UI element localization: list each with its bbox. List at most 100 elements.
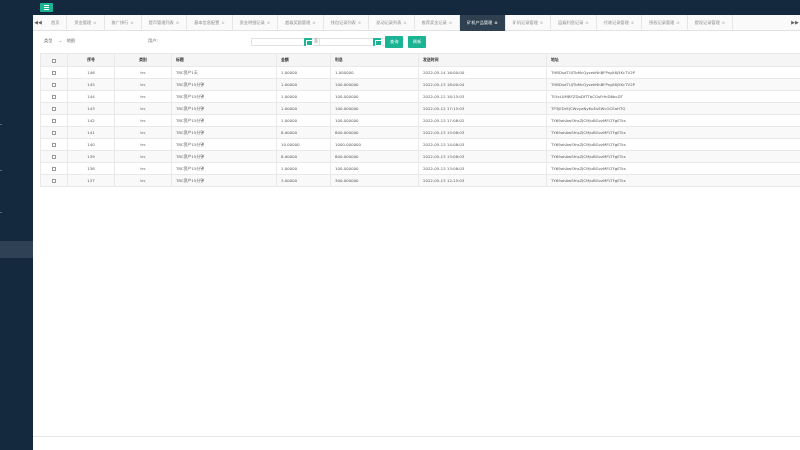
tab-item[interactable]: 层级利息记录 ⊗ <box>551 15 597 31</box>
row-checkbox[interactable] <box>52 107 56 111</box>
tab-item[interactable]: 矿机产品管理 ⊗ <box>460 15 506 31</box>
close-tab-icon[interactable]: ⊗ <box>403 20 406 25</box>
close-tab-icon[interactable]: ⊗ <box>722 20 725 25</box>
tab-scroll-right-icon[interactable]: ▶▶ <box>790 15 800 31</box>
row-select-cell <box>40 78 68 91</box>
row-checkbox[interactable] <box>52 119 56 123</box>
table-cell: trc <box>114 66 172 79</box>
table-cell: 1.00000 <box>276 114 331 127</box>
tab-item[interactable]: 钱包记录列表 ⊗ <box>324 15 370 31</box>
type-select-placeholder: 地图 <box>66 38 75 43</box>
close-tab-icon[interactable]: ⊗ <box>494 20 497 25</box>
table-cell: TRC资产15分钟 <box>171 114 277 127</box>
tab-item[interactable]: 资金明细记录 ⊗ <box>233 15 279 31</box>
row-checkbox[interactable] <box>52 155 56 159</box>
tab-label: 钱包记录列表 <box>330 20 356 25</box>
column-header[interactable]: 金额 <box>276 53 331 67</box>
table-row[interactable]: 145 trc TRC资产15分钟 1.00000 100.000000 2022-05-… <box>40 78 800 91</box>
column-header[interactable]: 序号 <box>67 53 115 67</box>
close-tab-icon[interactable]: ⊗ <box>221 20 224 25</box>
tab-item[interactable]: 提现记录管理 ⊗ <box>688 15 734 31</box>
tab-label: 首页 <box>51 20 60 25</box>
table-cell: 142 <box>67 114 115 127</box>
row-checkbox[interactable] <box>52 167 56 171</box>
tab-item[interactable]: 资金管理 ⊗ <box>67 15 105 31</box>
column-header[interactable]: 发送时间 <box>418 53 547 67</box>
table-cell: 137 <box>67 174 115 187</box>
search-button[interactable]: 查询 <box>385 36 404 48</box>
tab-item[interactable]: 推广排行 ⊗ <box>105 15 142 31</box>
tab-item[interactable]: 发动记录列表 ⊗ <box>369 15 415 31</box>
table-cell: 1.00000 <box>276 78 331 91</box>
close-tab-icon[interactable]: ⊗ <box>176 20 179 25</box>
close-tab-icon[interactable]: ⊗ <box>540 20 543 25</box>
close-tab-icon[interactable]: ⊗ <box>585 20 588 25</box>
close-tab-icon[interactable]: ⊗ <box>449 20 452 25</box>
tab-item[interactable]: 推荐奖金记录 ⊗ <box>415 15 461 31</box>
tab-item[interactable]: 矿机记录管理 ⊗ <box>506 15 552 31</box>
close-tab-icon[interactable]: ⊗ <box>358 20 361 25</box>
column-header[interactable]: 地址 <box>546 53 800 67</box>
tab-item[interactable]: 提币管理列表 ⊗ <box>142 15 188 31</box>
tab-item[interactable]: 首页 <box>44 15 68 31</box>
table-body: 146 trc TRC资产1天 1.00000 1.000000 2022-05-14 1… <box>40 66 800 187</box>
tab-label: 提币管理列表 <box>148 20 174 25</box>
table-row[interactable]: 140 trc TRC资产15分钟 10.00000 1000.000000 2022-0… <box>40 138 800 151</box>
tab-list: 首页 资金管理 ⊗ 推广排行 ⊗ 提币管理列表 ⊗ 基本信息配置 ⊗ 资金明细记录 ⊗ 超级奖励管理 ⊗… <box>44 15 790 31</box>
tab-label: 代收记录管理 <box>603 20 629 25</box>
close-tab-icon[interactable]: ⊗ <box>267 20 270 25</box>
row-checkbox[interactable] <box>52 179 56 183</box>
table-cell: 10.00000 <box>276 138 331 151</box>
table-row[interactable]: 137 trc TRC资产15分钟 3.00000 300.000000 2022-05-… <box>40 174 800 187</box>
row-checkbox[interactable] <box>52 83 56 87</box>
table-cell: 138 <box>67 162 115 175</box>
tab-scroll-left-icon[interactable]: ◀◀ <box>33 15 43 31</box>
table-row[interactable]: 139 trc TRC资产15分钟 8.00000 800.000000 2022-05-… <box>40 150 800 163</box>
tab-item[interactable]: 授权记录管理 ⊗ <box>642 15 688 31</box>
row-select-cell <box>40 162 68 175</box>
column-header[interactable]: 类别 <box>114 53 172 67</box>
close-tab-icon[interactable]: ⊗ <box>631 20 634 25</box>
calendar-icon[interactable] <box>373 38 382 46</box>
table-cell: TY69ohAwSfnsZJCMjuBGvzMFLTFgETcs <box>546 114 800 127</box>
user-label: 用户: <box>148 38 158 43</box>
table-row[interactable]: 141 trc TRC资产15分钟 8.00000 800.000000 2022-05-… <box>40 126 800 139</box>
close-tab-icon[interactable]: ⊗ <box>676 20 679 25</box>
refresh-button[interactable]: 刷新 <box>408 36 427 48</box>
table-cell: 300.000000 <box>330 174 419 187</box>
table-row[interactable]: 146 trc TRC资产1天 1.00000 1.000000 2022-05-14 1… <box>40 66 800 79</box>
chevron-down-icon: ⌄ <box>58 38 63 43</box>
close-tab-icon[interactable]: ⊗ <box>93 20 96 25</box>
tab-item[interactable]: 超级奖励管理 ⊗ <box>278 15 324 31</box>
tab-item[interactable]: 代收记录管理 ⊗ <box>597 15 643 31</box>
sidebar-item-active[interactable] <box>0 241 33 258</box>
row-checkbox[interactable] <box>52 143 56 147</box>
row-checkbox[interactable] <box>52 131 56 135</box>
tab-bar: ◀◀ 首页 资金管理 ⊗ 推广排行 ⊗ 提币管理列表 ⊗ 基本信息配置 ⊗ 资金明细记录 ⊗ 超级奖励… <box>33 15 800 31</box>
table-cell: 2022-05-13 13:08:03 <box>418 162 547 175</box>
tab-label: 基本信息配置 <box>194 20 220 25</box>
row-checkbox[interactable] <box>52 95 56 99</box>
table-cell: TLYxLUMBFZDoDfTTbCGsFrfnD6bcDT <box>546 90 800 103</box>
table-row[interactable]: 143 trc TRC资产15分钟 1.00000 100.000000 2022-05-… <box>40 102 800 115</box>
table-cell: 139 <box>67 150 115 163</box>
tab-label: 资金管理 <box>74 20 92 25</box>
table-row[interactable]: 142 trc TRC资产15分钟 1.00000 100.000000 2022-05-… <box>40 114 800 127</box>
column-header[interactable]: 利息 <box>330 53 419 67</box>
column-header[interactable]: 标题 <box>171 53 277 67</box>
select-all-checkbox[interactable] <box>52 58 56 63</box>
table-cell: 2022-05-13 18:00:04 <box>418 78 547 91</box>
table-cell: trc <box>114 162 172 175</box>
menu-toggle-button[interactable] <box>40 3 53 12</box>
calendar-icon[interactable] <box>304 38 313 46</box>
table-cell: trc <box>114 138 172 151</box>
table-cell: 1.00000 <box>276 90 331 103</box>
table-row[interactable]: 138 trc TRC资产15分钟 1.00000 100.000000 2022-05-… <box>40 162 800 175</box>
row-checkbox[interactable] <box>52 71 56 75</box>
close-tab-icon[interactable]: ⊗ <box>130 20 133 25</box>
table-row[interactable]: 144 trc TRC资产15分钟 1.00000 100.000000 2022-05-… <box>40 90 800 103</box>
tab-item[interactable]: 基本信息配置 ⊗ <box>187 15 233 31</box>
close-tab-icon[interactable]: ⊗ <box>312 20 315 25</box>
table-cell: TP3jEDrEJCWvyaNyKuEsSWcGCEaHTG <box>546 102 800 115</box>
type-select[interactable]: 类型 ⌄ 地图 <box>44 38 75 44</box>
